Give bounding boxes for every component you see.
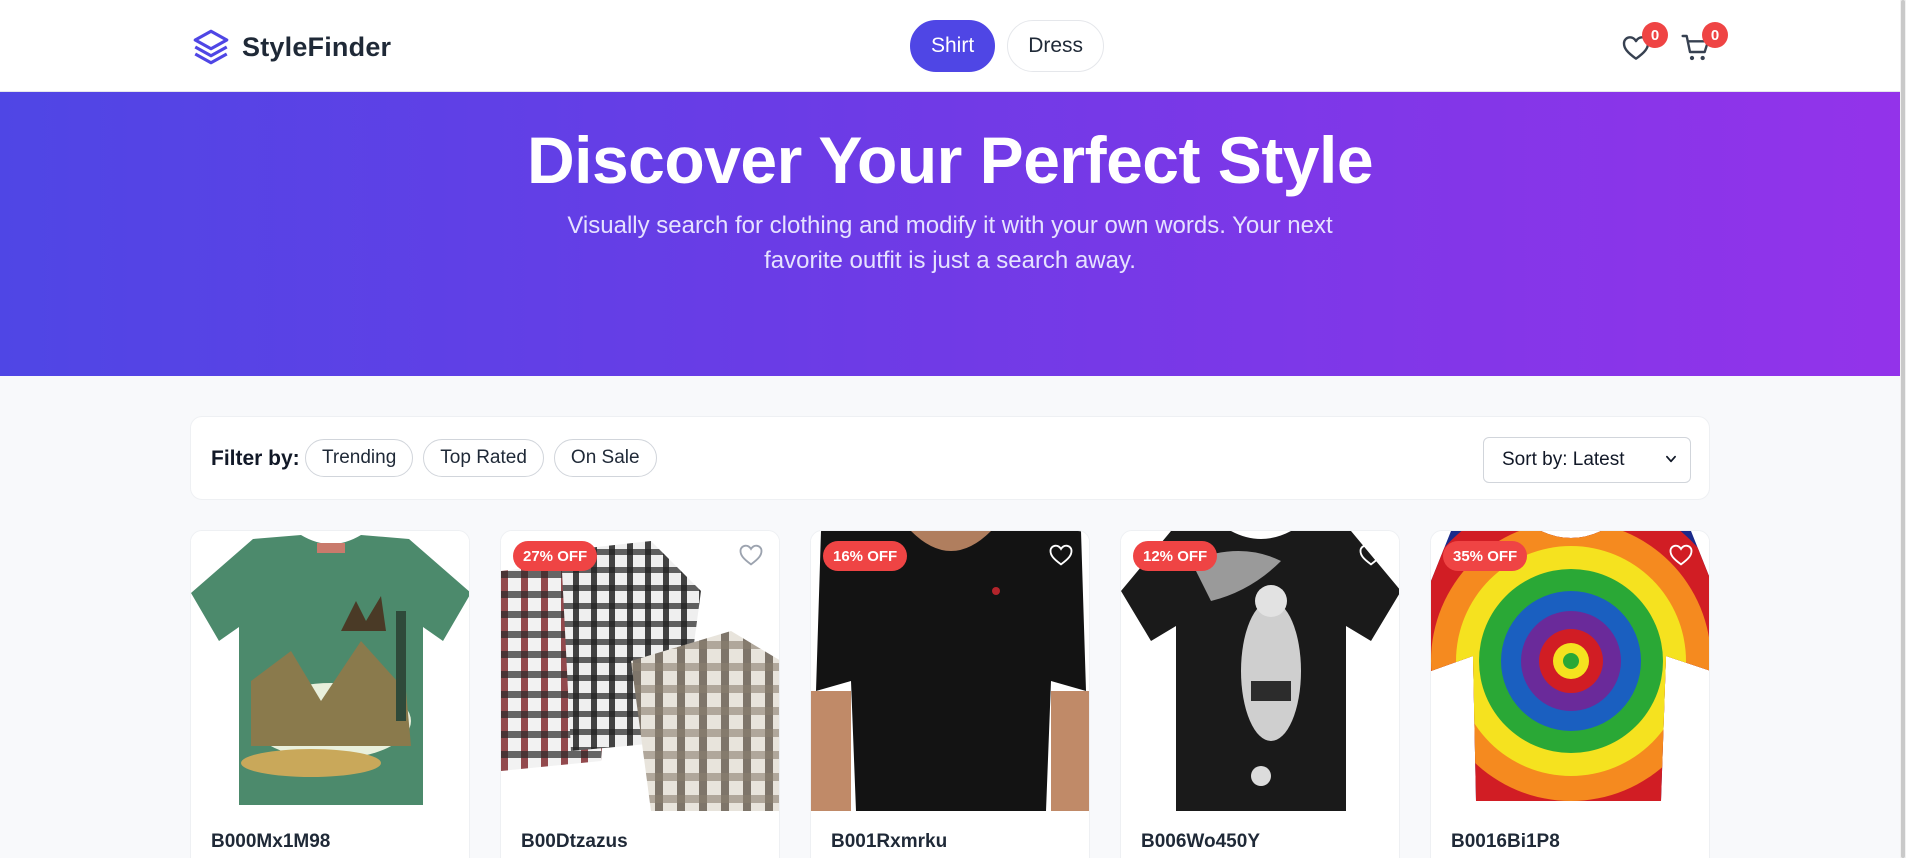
sort-select-value: Sort by: Latest xyxy=(1502,449,1625,470)
tab-shirt[interactable]: Shirt xyxy=(910,20,996,72)
filter-chip-top-rated[interactable]: Top Rated xyxy=(423,439,544,477)
cart-button[interactable]: 0 xyxy=(1676,22,1728,68)
filter-bar: Filter by: Trending Top Rated On Sale So… xyxy=(190,416,1710,500)
chevron-down-icon xyxy=(1666,455,1676,463)
product-card[interactable]: 12% OFF B006Wo450Y xyxy=(1120,530,1400,858)
wishlist-count-badge: 0 xyxy=(1642,22,1668,48)
hero-subtitle: Visually search for clothing and modify … xyxy=(567,212,1333,274)
heart-icon xyxy=(739,544,763,566)
filter-chip-trending[interactable]: Trending xyxy=(305,439,414,477)
discount-badge: 16% OFF xyxy=(823,541,908,571)
product-title[interactable]: B0016Bi1P8 xyxy=(1451,831,1560,853)
filter-chips: Trending Top Rated On Sale xyxy=(305,439,657,477)
hero-title: Discover Your Perfect Style xyxy=(526,123,1374,197)
discount-badge: 35% OFF xyxy=(1443,541,1528,571)
hero-banner: Discover Your Perfect Style Visually sea… xyxy=(0,92,1900,376)
layers-icon xyxy=(193,29,229,65)
favorite-button[interactable] xyxy=(1047,541,1079,573)
top-navbar: StyleFinder Shirt Dress 0 0 xyxy=(0,0,1906,92)
sort-select[interactable]: Sort by: Latest xyxy=(1483,437,1691,483)
filter-chip-on-sale[interactable]: On Sale xyxy=(553,439,657,477)
category-tabs: Shirt Dress xyxy=(910,20,1105,72)
heart-icon xyxy=(429,544,453,566)
favorite-button[interactable] xyxy=(1667,541,1699,573)
scrollbar-thumb[interactable] xyxy=(1901,0,1905,858)
brand-name: StyleFinder xyxy=(242,31,392,62)
favorite-button[interactable] xyxy=(1357,541,1389,573)
brand-logo[interactable]: StyleFinder xyxy=(190,26,391,68)
product-title[interactable]: B00Dtzazus xyxy=(521,831,628,853)
product-card[interactable]: 27% OFF B00Dtzazus xyxy=(500,530,780,858)
heart-icon xyxy=(1669,544,1693,566)
heart-icon xyxy=(1359,544,1383,566)
heart-icon xyxy=(1049,544,1073,566)
discount-badge: 27% OFF xyxy=(513,541,598,571)
product-title[interactable]: B006Wo450Y xyxy=(1141,831,1260,853)
favorite-button[interactable] xyxy=(427,541,459,573)
wishlist-button[interactable]: 0 xyxy=(1616,22,1668,68)
tab-dress[interactable]: Dress xyxy=(1007,20,1105,72)
favorite-button[interactable] xyxy=(737,541,769,573)
product-title[interactable]: B001Rxmrku xyxy=(831,831,947,853)
product-title[interactable]: B000Mx1M98 xyxy=(211,831,330,853)
discount-badge: 12% OFF xyxy=(1133,541,1218,571)
filter-label: Filter by: xyxy=(211,447,300,470)
product-card[interactable]: 35% OFF B0016Bi1P8 xyxy=(1430,530,1710,858)
product-card[interactable]: B000Mx1M98 xyxy=(190,530,470,858)
cart-count-badge: 0 xyxy=(1702,22,1728,48)
product-card[interactable]: 16% OFF B001Rxmrku xyxy=(810,530,1090,858)
